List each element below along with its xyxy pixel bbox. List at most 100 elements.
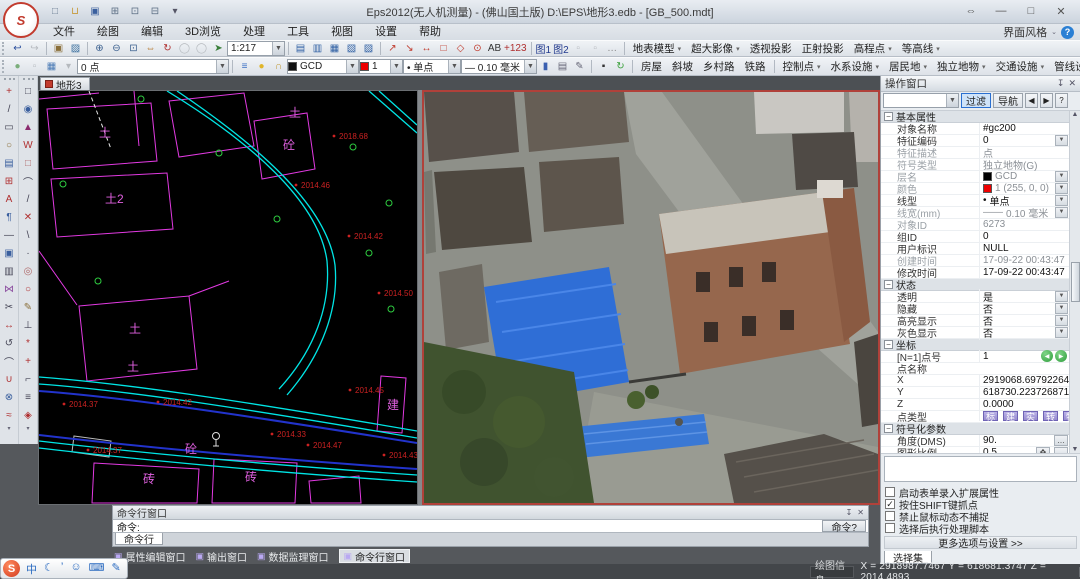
- print-icon[interactable]: ⊞: [106, 3, 124, 21]
- layer-control-0-icon[interactable]: ≡: [236, 59, 253, 75]
- quick-draw-斜坡[interactable]: 斜坡: [667, 58, 698, 75]
- ime-icon-1[interactable]: ☾: [44, 561, 54, 577]
- clipboard-0-icon[interactable]: ▣: [50, 41, 67, 57]
- draw-tool-1-4-icon[interactable]: ▤: [1, 154, 18, 172]
- chevron-down-icon[interactable]: ▾: [817, 63, 821, 71]
- zoom-tool-1-icon[interactable]: ⊖: [108, 41, 125, 57]
- lock-tool-0-icon[interactable]: ▮: [537, 59, 554, 75]
- draw-tool-2-11-icon[interactable]: ○: [20, 280, 37, 298]
- draw-tool-2-17-icon[interactable]: ≡: [20, 388, 37, 406]
- dock-tab-命令行窗口[interactable]: ▣命令行窗口: [339, 549, 411, 563]
- chevron-down-icon[interactable]: ▼: [524, 60, 536, 73]
- checkbox[interactable]: [885, 511, 895, 521]
- map-view-tab-4-icon[interactable]: …: [604, 41, 621, 57]
- more-options-button[interactable]: 更多选项与设置 >>: [884, 536, 1077, 549]
- window-layout-2-icon[interactable]: ▦: [326, 41, 343, 57]
- draw-state-0-icon[interactable]: ●: [9, 59, 26, 75]
- quick-draw-铁路[interactable]: 铁路: [740, 58, 771, 75]
- next-button[interactable]: ▶: [1040, 93, 1053, 108]
- menu-item-文件[interactable]: 文件: [42, 24, 86, 40]
- feature-menu-控制点[interactable]: 控制点▾: [778, 58, 826, 75]
- document-tab-terrain3[interactable]: 地形3: [40, 77, 90, 90]
- app-logo-icon[interactable]: S: [3, 2, 39, 38]
- dropdown-button[interactable]: ▼: [1055, 207, 1068, 218]
- ime-icon-2[interactable]: ’: [61, 561, 63, 577]
- draw-tool-2-7-icon[interactable]: ✕: [20, 208, 37, 226]
- draw-tool-2-16-icon[interactable]: ⌐: [20, 370, 37, 388]
- cad-canvas[interactable]: 2018.682014.462014.422014.502014.372014.…: [39, 91, 417, 504]
- chevron-down-icon[interactable]: ▼: [390, 60, 402, 73]
- draw-tool-1-3-icon[interactable]: ○: [1, 136, 18, 154]
- qat-more-icon[interactable]: ▾: [166, 3, 184, 21]
- draw-tool-2-4-icon[interactable]: □: [20, 154, 37, 172]
- command-line-tab[interactable]: 命令行: [115, 533, 163, 545]
- new-file-icon[interactable]: □: [46, 3, 64, 21]
- menu-item-处理[interactable]: 处理: [232, 24, 276, 40]
- menu-item-3D浏览[interactable]: 3D浏览: [174, 24, 232, 40]
- command-help-button[interactable]: 命令?: [822, 520, 866, 532]
- draw-tool-2-14-icon[interactable]: *: [20, 334, 37, 352]
- draw-tool-1-8-icon[interactable]: —: [1, 226, 18, 244]
- checkbox[interactable]: ✓: [885, 499, 895, 509]
- ime-icon-3[interactable]: ☺: [70, 561, 81, 577]
- checkbox[interactable]: [885, 487, 895, 497]
- draw-tool-2-2-icon[interactable]: ▲: [20, 118, 37, 136]
- view-button-高程点[interactable]: 高程点▾: [849, 40, 897, 57]
- ui-style-dropdown-icon[interactable]: ⌄: [1051, 28, 1057, 36]
- undo-redo-0-icon[interactable]: ↩: [9, 41, 26, 57]
- menu-item-设置[interactable]: 设置: [364, 24, 408, 40]
- draw-tool-1-16-icon[interactable]: ∪: [1, 370, 18, 388]
- scroll-down-icon[interactable]: ▼: [1072, 446, 1079, 453]
- ime-icon-5[interactable]: ✎: [111, 561, 120, 577]
- measure-tool-2-icon[interactable]: ↔: [418, 41, 435, 57]
- window-layout-4-icon[interactable]: ▨: [360, 41, 377, 57]
- print-setup-icon[interactable]: ⊟: [146, 3, 164, 21]
- window-layout-1-icon[interactable]: ▥: [309, 41, 326, 57]
- draw-tool-1-14-icon[interactable]: ↺: [1, 334, 18, 352]
- more-tools-icon[interactable]: ▾: [26, 424, 29, 433]
- chevron-down-icon[interactable]: ▾: [736, 45, 740, 53]
- zoom-tool-4-icon[interactable]: ↻: [159, 41, 176, 57]
- point-type-button-标[interactable]: 标: [983, 411, 998, 421]
- collapse-icon[interactable]: −: [884, 112, 893, 121]
- layer-combo[interactable]: GCD ▼: [287, 59, 359, 74]
- linewidth-combo[interactable]: — 0.10 毫米 ▼: [461, 59, 537, 74]
- next-point-button[interactable]: ▶: [1055, 350, 1067, 362]
- draw-tool-2-15-icon[interactable]: +: [20, 352, 37, 370]
- pin-icon[interactable]: ↧: [846, 508, 853, 517]
- nav-tool-2-icon[interactable]: ➤: [210, 41, 227, 57]
- more-button[interactable]: …: [1054, 447, 1068, 455]
- draw-tool-1-10-icon[interactable]: ▥: [1, 262, 18, 280]
- window-layout-3-icon[interactable]: ▧: [343, 41, 360, 57]
- close-icon[interactable]: ✕: [857, 508, 864, 517]
- collapse-icon[interactable]: −: [884, 340, 893, 349]
- move-handle-icon[interactable]: ✥: [1036, 447, 1050, 455]
- float-window-button[interactable]: ⇔: [956, 0, 986, 22]
- lock-tool-2-icon[interactable]: ✎: [571, 59, 588, 75]
- measure-tool-1-icon[interactable]: ↘: [401, 41, 418, 57]
- draw-tool-1-2-icon[interactable]: ▭: [1, 118, 18, 136]
- draw-tool-1-6-icon[interactable]: A: [1, 190, 18, 208]
- pin-icon[interactable]: ↧: [1057, 78, 1065, 89]
- draw-tool-2-0-icon[interactable]: □: [20, 82, 37, 100]
- cad-map-pane[interactable]: 2018.682014.462014.422014.502014.372014.…: [38, 90, 418, 505]
- menu-item-视图[interactable]: 视图: [320, 24, 364, 40]
- chevron-down-icon[interactable]: ▾: [936, 45, 940, 53]
- annotation-tool-1-icon[interactable]: +123: [503, 41, 528, 57]
- zoom-tool-0-icon[interactable]: ⊕: [91, 41, 108, 57]
- draw-tool-2-6-icon[interactable]: /: [20, 190, 37, 208]
- panel-help-button[interactable]: ?: [1055, 93, 1068, 108]
- draw-tool-1-13-icon[interactable]: ↔: [1, 316, 18, 334]
- annotation-tool-0-icon[interactable]: AB: [486, 41, 503, 57]
- aerial-photo-pane[interactable]: [422, 90, 880, 505]
- object-filter-combo[interactable]: ▼: [883, 93, 959, 108]
- quick-draw-乡村路[interactable]: 乡村路: [698, 58, 740, 75]
- draw-tool-1-1-icon[interactable]: /: [1, 100, 18, 118]
- color-combo[interactable]: 1 ▼: [359, 59, 403, 74]
- measure-tool-3-icon[interactable]: □: [435, 41, 452, 57]
- toolbar-grip[interactable]: [2, 42, 7, 55]
- feature-menu-居民地[interactable]: 居民地▾: [884, 58, 932, 75]
- menu-item-帮助[interactable]: 帮助: [408, 24, 452, 40]
- scroll-up-icon[interactable]: ▲: [1072, 111, 1079, 118]
- refresh-tool-0-icon[interactable]: ▪: [595, 59, 612, 75]
